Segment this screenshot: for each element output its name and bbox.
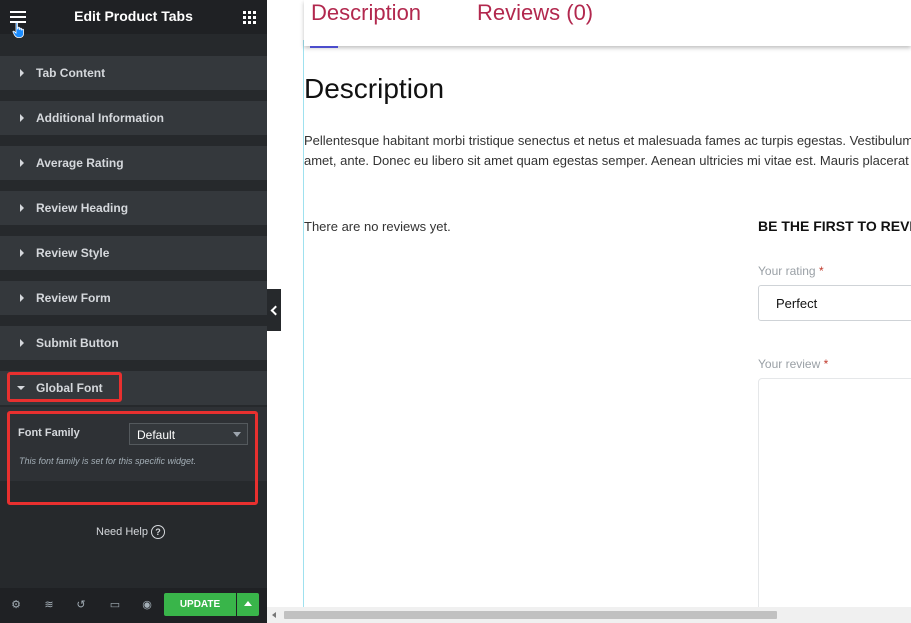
widgets-grid-icon[interactable]: [243, 11, 256, 24]
collapse-sidebar-button[interactable]: [267, 289, 281, 331]
section-review-style[interactable]: Review Style: [0, 236, 267, 270]
horizontal-scrollbar[interactable]: [267, 607, 911, 623]
product-tabs-bar: Description Reviews (0): [304, 0, 911, 46]
section-label: Review Form: [36, 291, 111, 305]
no-reviews-text: There are no reviews yet.: [304, 219, 451, 234]
layers-icon[interactable]: ≋: [43, 599, 55, 611]
caret-right-icon: [20, 339, 24, 347]
chevron-left-icon: [270, 305, 281, 316]
section-review-form[interactable]: Review Form: [0, 281, 267, 315]
section-additional-information[interactable]: Additional Information: [0, 101, 267, 135]
section-label: Review Style: [36, 246, 110, 260]
caret-right-icon: [20, 294, 24, 302]
section-label: Average Rating: [36, 156, 124, 170]
caret-right-icon: [20, 204, 24, 212]
sidebar-header: Edit Product Tabs: [0, 0, 267, 38]
description-paragraph: Pellentesque habitant morbi tristique se…: [304, 131, 911, 171]
scrollbar-thumb[interactable]: [284, 611, 777, 619]
rating-value: Perfect: [776, 296, 818, 311]
update-options-button[interactable]: [237, 593, 259, 616]
description-heading: Description: [304, 73, 445, 104]
first-review-heading: BE THE FIRST TO REVIEW: [758, 218, 911, 234]
rating-label: Your rating *: [758, 264, 824, 278]
highlight-box-global-font: [7, 372, 122, 402]
rating-select[interactable]: Perfect: [758, 285, 911, 321]
guide-line: [303, 40, 304, 607]
hand-cursor-icon: [12, 22, 24, 38]
responsive-icon[interactable]: ▭: [109, 599, 121, 611]
required-mark: *: [818, 264, 824, 278]
review-label: Your review *: [758, 357, 828, 371]
rating-label-text: Your rating: [758, 264, 816, 278]
section-label: Submit Button: [36, 336, 119, 350]
section-submit-button[interactable]: Submit Button: [0, 326, 267, 360]
caret-right-icon: [20, 249, 24, 257]
section-review-heading[interactable]: Review Heading: [0, 191, 267, 225]
caret-right-icon: [20, 69, 24, 77]
scroll-left-icon[interactable]: [272, 612, 276, 618]
caret-right-icon: [20, 159, 24, 167]
need-help-link[interactable]: Need Help: [96, 526, 148, 538]
paragraph-line: Pellentesque habitant morbi tristique se…: [304, 133, 911, 148]
chevron-up-icon: [244, 601, 252, 606]
caret-right-icon: [20, 114, 24, 122]
review-textarea[interactable]: [758, 378, 911, 618]
tab-description[interactable]: Description: [311, 0, 421, 26]
required-mark: *: [823, 357, 829, 371]
review-label-text: Your review: [758, 357, 821, 371]
section-label: Tab Content: [36, 66, 106, 80]
gear-icon[interactable]: ⚙: [10, 599, 22, 611]
editor-sidebar: Edit Product Tabs Tab Content Additional…: [0, 0, 267, 623]
active-tab-indicator: [310, 46, 338, 48]
eye-icon[interactable]: ◉: [141, 599, 153, 611]
highlight-box-font-panel: [7, 411, 258, 505]
section-average-rating[interactable]: Average Rating: [0, 146, 267, 180]
section-label: Review Heading: [36, 201, 129, 215]
section-tab-content[interactable]: Tab Content: [0, 56, 267, 90]
sidebar-title: Edit Product Tabs: [74, 8, 193, 24]
question-icon[interactable]: ?: [151, 525, 165, 539]
update-button[interactable]: UPDATE: [164, 593, 236, 616]
paragraph-line: amet, ante. Donec eu libero sit amet qua…: [304, 153, 911, 168]
section-label: Additional Information: [36, 111, 164, 125]
history-icon[interactable]: ↺: [75, 599, 87, 611]
tab-reviews[interactable]: Reviews (0): [477, 0, 593, 26]
